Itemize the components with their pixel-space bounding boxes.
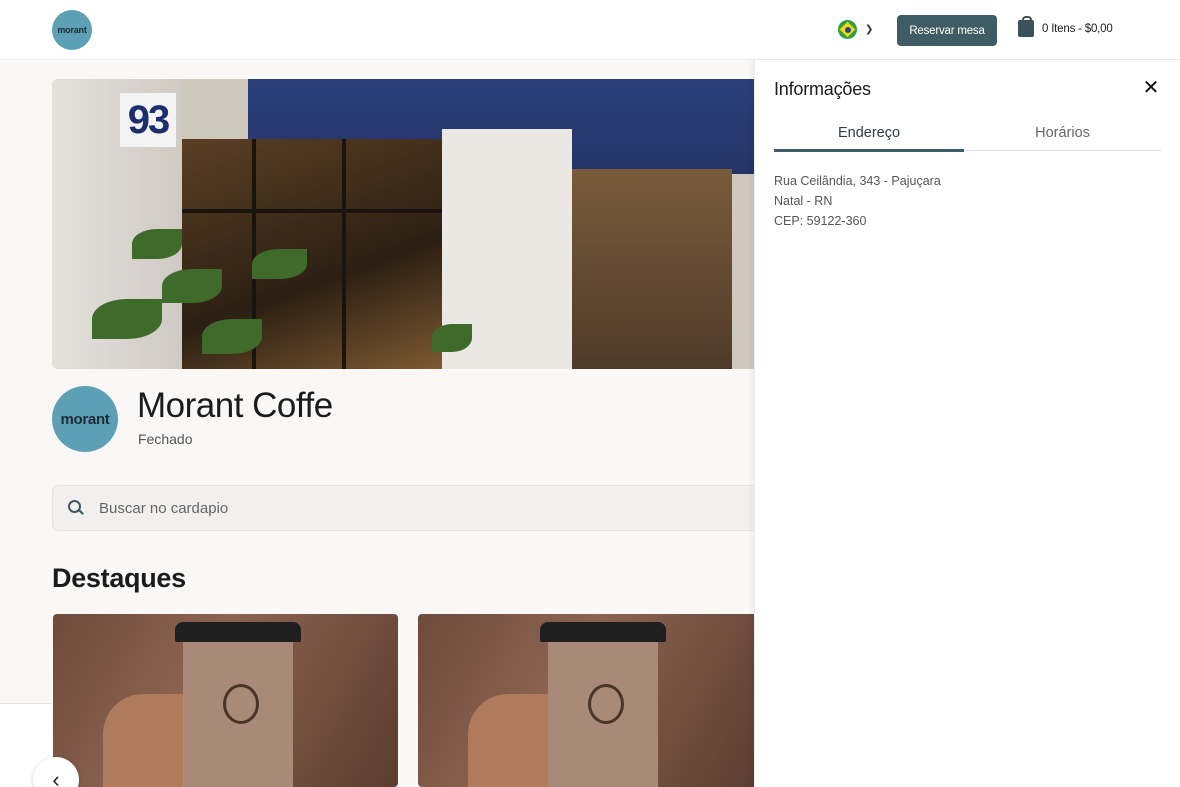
store-logo-small[interactable]: morant: [52, 10, 92, 50]
address-line-city: Natal - RN: [774, 194, 833, 208]
close-icon[interactable]: ✕: [1141, 78, 1161, 98]
menu-search-bar[interactable]: [52, 485, 812, 531]
top-header: morant ❯ Reservar mesa 0 Itens - $0,00: [0, 0, 1180, 60]
featured-product-card[interactable]: [53, 614, 398, 787]
chevron-left-icon: ‹: [52, 767, 60, 787]
address-line-street: Rua Ceilândia, 343 - Pajuçara: [774, 174, 941, 188]
address-block: Rua Ceilândia, 343 - Pajuçara Natal - RN…: [774, 171, 941, 231]
logo-text: morant: [57, 25, 87, 35]
store-status: Fechado: [138, 431, 193, 447]
coffee-cup-image: [175, 622, 301, 787]
search-icon: [68, 500, 84, 516]
store-logo: morant: [52, 386, 118, 452]
drawer-tabs: Endereço Horários: [774, 122, 1161, 152]
store-name: Morant Coffe: [137, 386, 333, 425]
featured-section-title: Destaques: [52, 563, 186, 593]
cart-summary: 0 Itens - $0,00: [1042, 22, 1113, 35]
language-selector[interactable]: ❯: [838, 20, 873, 39]
hero-glass: [572, 169, 732, 369]
shopping-bag-icon: [1018, 16, 1034, 37]
tab-hours[interactable]: Horários: [964, 122, 1161, 150]
featured-product-card[interactable]: [418, 614, 763, 787]
chevron-down-icon: ❯: [865, 24, 874, 35]
tab-address[interactable]: Endereço: [774, 122, 964, 152]
logo-text: morant: [60, 410, 110, 428]
reserve-table-button[interactable]: Reservar mesa: [897, 15, 997, 46]
info-drawer: Informações ✕ Endereço Horários Rua Ceil…: [754, 60, 1180, 787]
drawer-title: Informações: [774, 79, 871, 99]
address-line-cep: CEP: 59122-360: [774, 214, 867, 228]
cart-button[interactable]: 0 Itens - $0,00: [1018, 16, 1113, 37]
house-number-plate: 93: [120, 93, 176, 147]
brazil-flag-icon: [838, 20, 857, 39]
hero-banner: 93: [52, 79, 812, 369]
search-input[interactable]: [99, 499, 699, 517]
coffee-cup-image: [540, 622, 666, 787]
